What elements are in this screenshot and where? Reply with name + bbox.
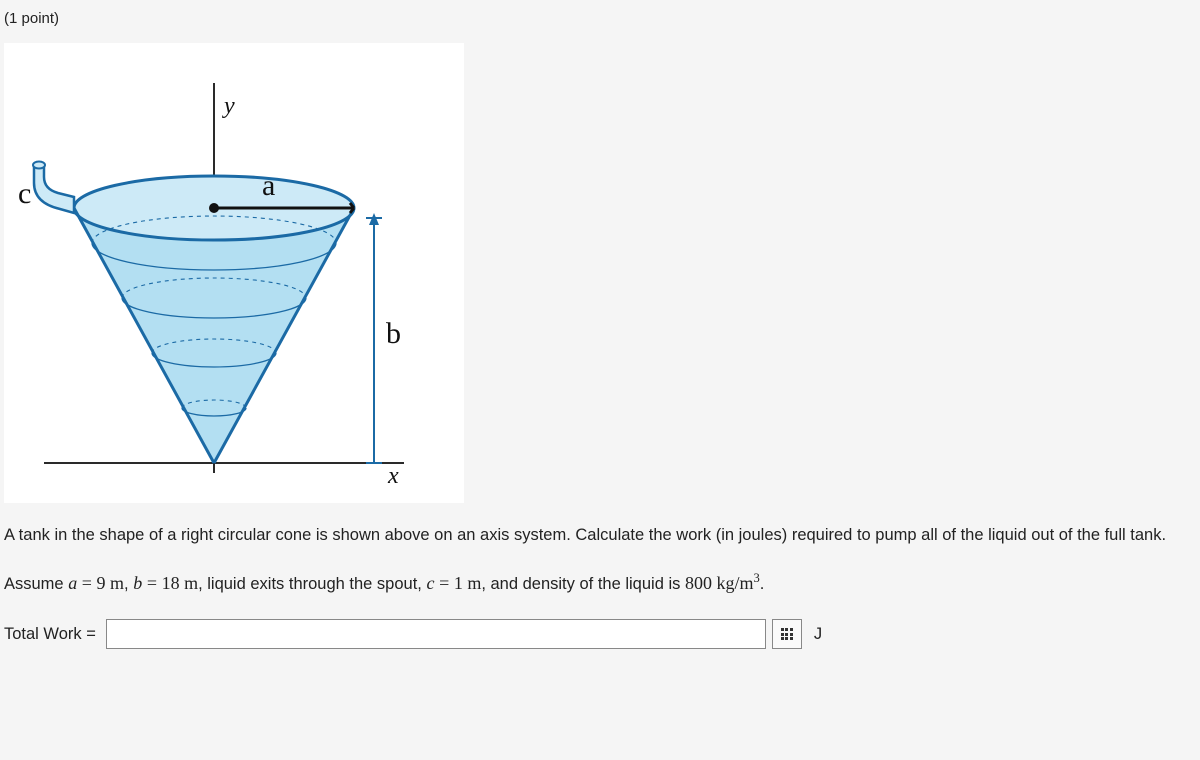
answer-input[interactable]: [106, 619, 766, 649]
answer-label: Total Work =: [4, 622, 96, 647]
assumptions: Assume a = 9 m, b = 18 m, liquid exits t…: [4, 569, 1196, 597]
equals-2: =: [147, 573, 157, 593]
var-b: b: [133, 573, 142, 593]
val-c: 1 m: [454, 573, 482, 593]
var-a: a: [68, 573, 77, 593]
assume-prefix: Assume: [4, 575, 68, 593]
val-b: 18 m: [162, 573, 199, 593]
density-text: , and density of the liquid is: [481, 575, 685, 593]
keypad-icon: [781, 628, 793, 640]
y-axis-label: y: [222, 93, 235, 119]
comma-1: ,: [124, 575, 133, 593]
radius-label: a: [262, 169, 275, 202]
x-axis-label: x: [387, 463, 399, 489]
equals-3: =: [439, 573, 449, 593]
problem-description: A tank in the shape of a right circular …: [4, 523, 1196, 548]
period: .: [760, 575, 765, 593]
height-label: b: [386, 317, 401, 350]
density-val: 800 kg/m3: [685, 573, 760, 593]
points-label: (1 point): [4, 8, 1196, 31]
spout-label: c: [18, 177, 31, 210]
cone-diagram: y x a b c: [4, 43, 464, 503]
answer-unit: J: [814, 622, 822, 647]
equals-1: =: [82, 573, 92, 593]
mid-text: , liquid exits through the spout,: [198, 575, 426, 593]
density-num: 800 kg/m: [685, 573, 754, 593]
val-a: 9 m: [97, 573, 125, 593]
var-c: c: [426, 573, 434, 593]
answer-row: Total Work = J: [4, 619, 1196, 649]
equation-helper-button[interactable]: [772, 619, 802, 649]
